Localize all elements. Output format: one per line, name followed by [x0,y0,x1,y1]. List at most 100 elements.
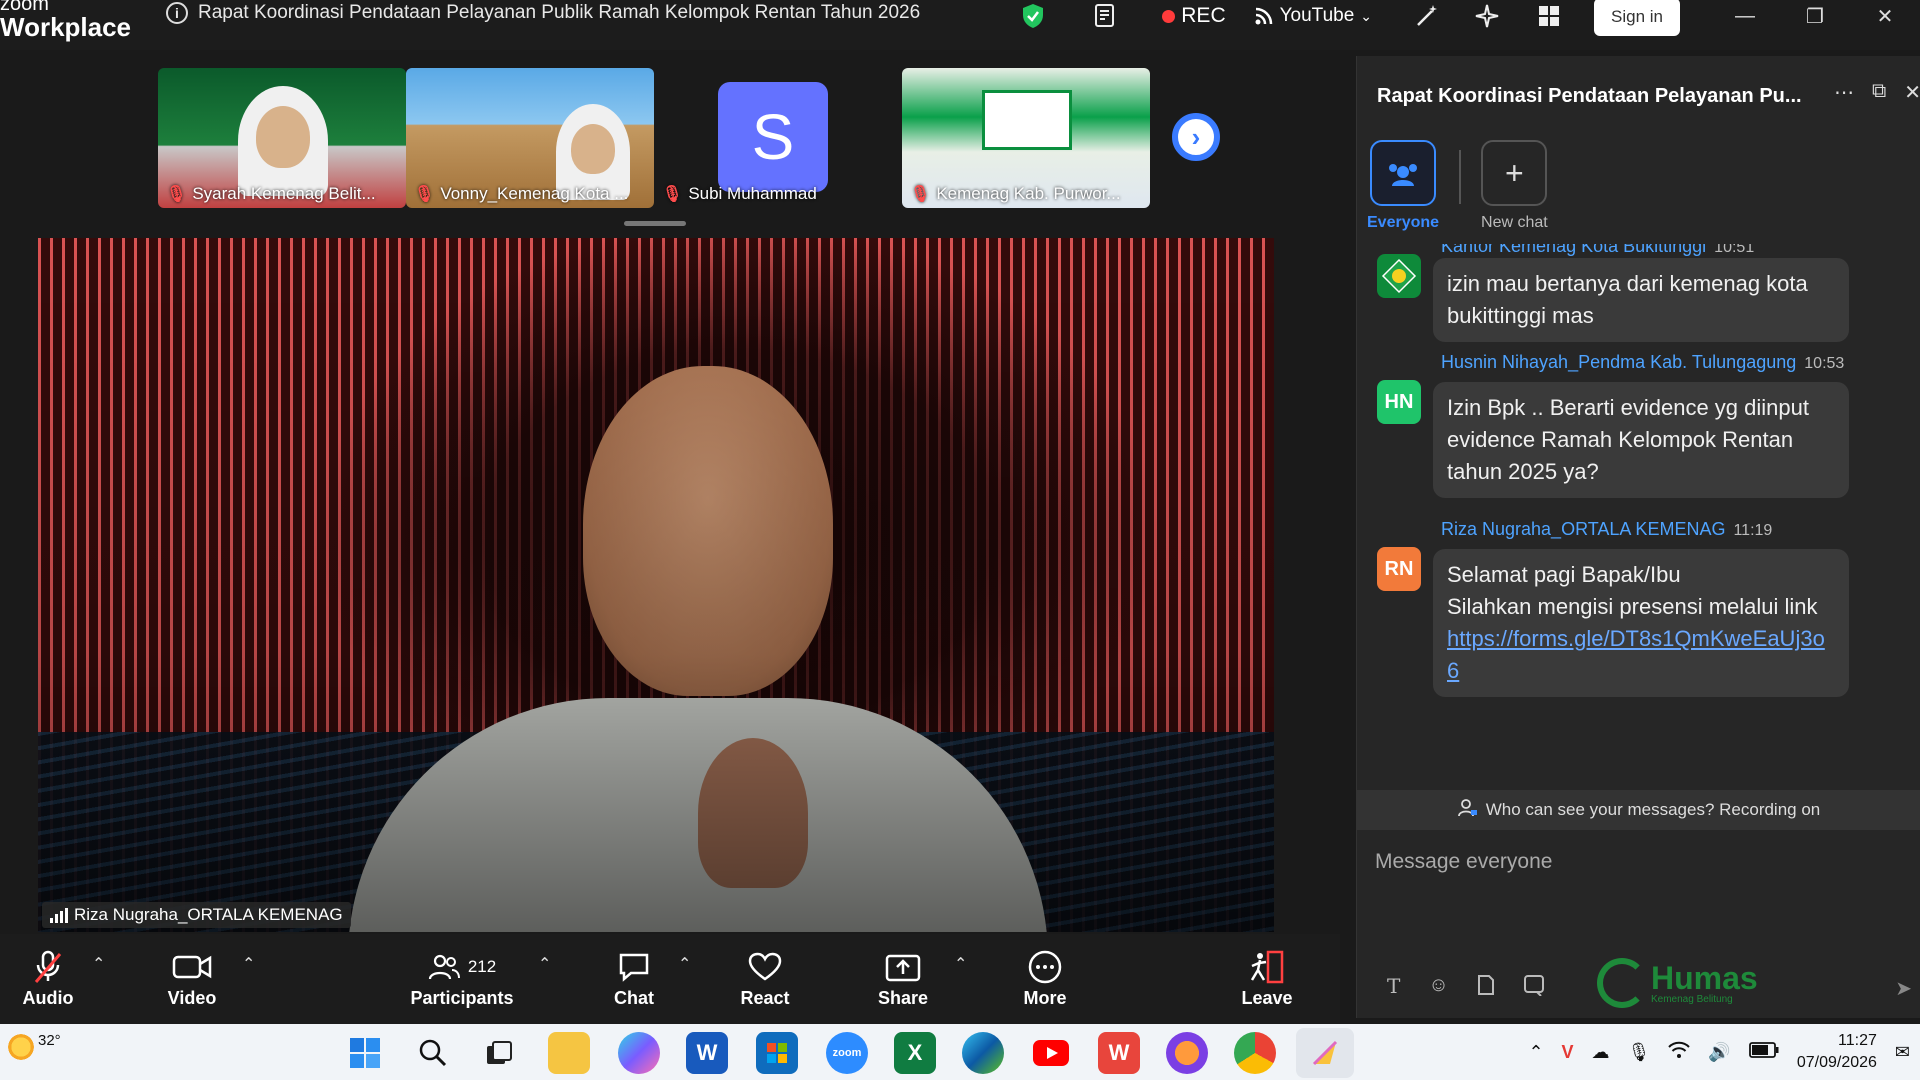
participant-name-tag: 🎙 Vonny_Kemenag Kota ... [414,184,628,204]
task-view-icon[interactable] [478,1032,520,1074]
notification-icon[interactable]: ✉ [1895,1042,1910,1063]
weather-widget[interactable]: 32° [6,1032,61,1062]
participant-avatar: S [718,82,828,192]
message-line: Silahkan mengisi presensi melalui link [1447,594,1818,619]
text-format-icon[interactable]: T [1387,974,1400,1002]
antivirus-icon[interactable]: V [1562,1042,1574,1063]
search-icon[interactable] [412,1032,454,1074]
participants-button[interactable]: 212 Participants [410,934,514,1024]
participants-options-caret-icon[interactable]: ⌃ [538,954,551,974]
excel-icon[interactable]: X [894,1032,936,1074]
leave-button[interactable]: Leave [1240,934,1294,1024]
recording-indicator[interactable]: REC [1162,4,1226,28]
message-sender: Husnin Nihayah_Pendma Kab. Tulungagung 10… [1441,352,1844,373]
notes-icon[interactable] [1088,1,1122,31]
chat-options-caret-icon[interactable]: ⌃ [678,954,691,974]
chat-message-input[interactable]: Message everyone [1375,842,1905,972]
message-privacy-notice[interactable]: Who can see your messages? Recording on [1357,790,1920,830]
share-button[interactable]: Share [876,934,930,1024]
chat-message-list[interactable]: Kantor Kemenag Kota Bukittinggi 10:51 izi… [1357,244,1920,774]
message-time: 10:53 [1804,355,1845,372]
chrome-icon[interactable] [1234,1032,1276,1074]
edge-browser-icon[interactable] [962,1032,1004,1074]
copilot-icon[interactable] [618,1032,660,1074]
audio-label: Audio [22,987,74,1008]
plus-icon: + [1481,140,1548,206]
form-link[interactable]: https://forms.gle/DT8s1QmKweEaUj3o6 [1447,623,1835,687]
room-screen [982,90,1072,150]
sender-avatar[interactable]: RN [1377,547,1421,591]
cloud-sync-icon[interactable]: ☁ [1592,1042,1610,1063]
battery-icon[interactable] [1748,1041,1779,1063]
signal-strength-icon [50,907,68,923]
participants-count: 212 [467,956,497,976]
participant-thumbnail[interactable]: 🎙 Kemenag Kab. Purwor... [902,68,1150,208]
share-options-caret-icon[interactable]: ⌃ [954,954,967,974]
message-sender: Kantor Kemenag Kota Bukittinggi 10:51 [1441,244,1754,257]
close-icon[interactable]: ✕ [1904,80,1920,105]
sign-in-button[interactable]: Sign in [1594,0,1680,36]
restore-icon[interactable]: ❐ [1780,0,1850,32]
windows-start-icon[interactable] [344,1032,386,1074]
thumbnail-scroll-indicator[interactable] [624,221,686,226]
more-button[interactable]: More [1020,934,1070,1024]
message-bubble: Selamat pagi Bapak/Ibu Silahkan mengisi … [1433,549,1849,697]
meeting-info[interactable]: i Rapat Koordinasi Pendataan Pelayanan P… [166,0,920,26]
video-options-caret-icon[interactable]: ⌃ [242,954,255,974]
sun-icon [6,1032,36,1062]
wps-office-icon[interactable]: W [1098,1032,1140,1074]
participant-name-tag: 🎙 Kemenag Kab. Purwor... [910,184,1121,204]
participant-thumbnail[interactable]: 🎙 Syarah Kemenag Belit... [158,68,406,208]
emoji-icon[interactable]: ☺ [1428,974,1448,1002]
participant-thumbnail[interactable]: 🎙 Vonny_Kemenag Kota ... [406,68,654,208]
file-explorer-icon[interactable] [548,1032,590,1074]
tab-everyone[interactable]: Everyone [1367,140,1439,240]
mic-muted-icon: 🎙 [414,186,435,203]
system-clock[interactable]: 11:27 07/09/2026 [1797,1030,1877,1074]
shield-icon[interactable] [1016,1,1050,31]
chat-header: Rapat Koordinasi Pendataan Pelayanan Pu.… [1357,56,1920,136]
audio-button[interactable]: Audio [20,934,76,1024]
screenshot-icon[interactable] [1523,974,1545,1002]
minimize-icon[interactable]: — [1710,0,1780,32]
tray-overflow-icon[interactable]: ⌃ [1528,1042,1543,1063]
wifi-icon[interactable] [1668,1041,1691,1064]
close-window-icon[interactable]: ✕ [1850,0,1920,32]
chat-button[interactable]: Chat [610,934,658,1024]
youtube-app-icon[interactable] [1030,1032,1072,1074]
sender-avatar[interactable]: HN [1377,380,1421,424]
zoom-app-icon[interactable]: zoom [826,1032,868,1074]
info-icon[interactable]: i [166,2,188,24]
more-horizontal-icon[interactable]: ⋯ [1834,80,1854,105]
leave-label: Leave [1241,987,1293,1008]
active-app-icon[interactable] [1296,1028,1354,1078]
meeting-toolbar: Audio ⌃ Video ⌃ 212 Participants ⌃ Chat … [0,934,1340,1024]
live-stream-indicator[interactable]: YouTube ⌄ [1254,5,1372,27]
react-button[interactable]: React [738,934,792,1024]
volume-icon[interactable]: 🔊 [1708,1042,1730,1063]
system-tray: ⌃ V ☁ 🎙 🔊 11:27 07/09/2026 ✉ [1528,1024,1920,1080]
share-label: Share [877,987,929,1008]
next-page-button[interactable]: › [1172,113,1220,161]
audio-options-caret-icon[interactable]: ⌃ [92,954,105,974]
microphone-location-icon[interactable]: 🎙 [1628,1042,1651,1063]
video-button[interactable]: Video [164,934,220,1024]
pop-out-icon[interactable]: ⧉ [1872,80,1886,105]
sparkle-icon[interactable] [1470,1,1504,31]
participant-name-tag: 🎙 Syarah Kemenag Belit... [166,184,376,204]
firefox-icon[interactable] [1166,1032,1208,1074]
word-icon[interactable]: W [686,1032,728,1074]
send-icon[interactable]: ➤ [1895,976,1912,1001]
humas-logo-icon [1597,958,1647,1008]
participant-name: Kemenag Kab. Purwor... [936,184,1121,203]
apps-grid-icon[interactable] [1532,1,1566,31]
tab-new-chat[interactable]: + New chat [1481,140,1548,240]
store-icon[interactable] [756,1032,798,1074]
heart-icon [748,950,782,984]
windows-taskbar: 32° W zoom X W ⌃ V ☁ 🎙 🔊 11:27 07/09/202… [0,1024,1920,1080]
magic-wand-icon[interactable] [1410,1,1444,31]
file-icon[interactable] [1477,974,1495,1002]
active-speaker-video[interactable]: Riza Nugraha_ORTALA KEMENAG [38,238,1274,932]
participant-thumbnail[interactable]: S 🎙 Subi Muhammad [654,68,902,208]
participants-label: Participants [410,987,514,1008]
